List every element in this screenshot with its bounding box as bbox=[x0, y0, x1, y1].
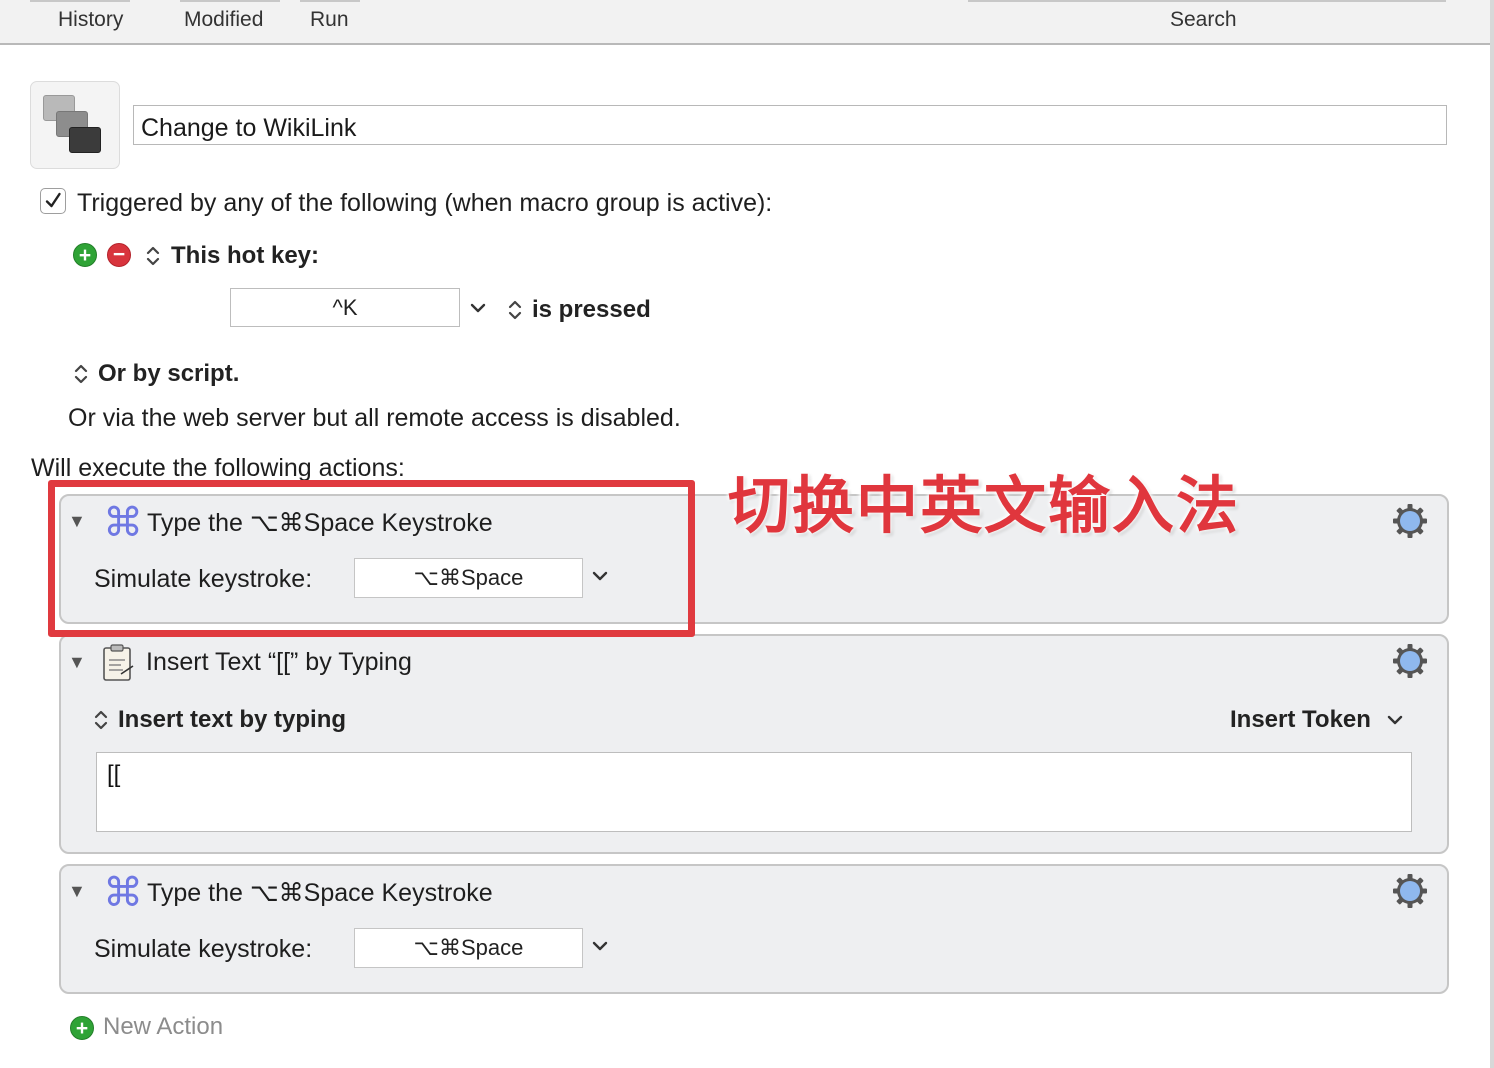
macro-name-field[interactable]: Change to WikiLink bbox=[133, 105, 1447, 145]
gear-icon[interactable] bbox=[1391, 642, 1429, 685]
stepper-icon[interactable] bbox=[144, 243, 162, 275]
insert-token-button[interactable]: Insert Token bbox=[1230, 706, 1371, 734]
history-button[interactable]: History bbox=[58, 8, 123, 32]
stepper-icon[interactable] bbox=[92, 707, 110, 739]
triggers-enabled-checkbox[interactable] bbox=[40, 188, 66, 214]
disclosure-triangle-icon[interactable]: ▼ bbox=[68, 881, 86, 902]
remove-trigger-icon[interactable]: − bbox=[107, 243, 131, 267]
insert-mode-label[interactable]: Insert text by typing bbox=[118, 706, 346, 734]
run-button[interactable]: Run bbox=[310, 8, 349, 32]
insert-text-area[interactable]: [[ bbox=[96, 752, 1412, 832]
trigger-type-label[interactable]: This hot key: bbox=[171, 242, 319, 270]
search-label[interactable]: Search bbox=[1170, 8, 1237, 32]
window-edge bbox=[1490, 0, 1494, 1068]
chevron-down-icon[interactable] bbox=[1385, 710, 1405, 735]
clipboard-icon bbox=[101, 644, 135, 687]
disclosure-triangle-icon[interactable]: ▼ bbox=[68, 652, 86, 673]
add-action-icon[interactable]: + bbox=[70, 1016, 94, 1040]
actions-header: Will execute the following actions: bbox=[31, 454, 405, 482]
toolbar-divider bbox=[300, 0, 360, 2]
hotkey-condition[interactable]: is pressed bbox=[532, 296, 651, 324]
web-server-note: Or via the web server but all remote acc… bbox=[68, 404, 681, 432]
gear-icon[interactable] bbox=[1391, 502, 1429, 545]
search-field-edge bbox=[968, 0, 1446, 2]
annotation-highlight-box bbox=[48, 480, 695, 637]
modified-button[interactable]: Modified bbox=[184, 8, 263, 32]
toolbar-divider bbox=[180, 0, 280, 2]
stepper-icon[interactable] bbox=[72, 361, 90, 393]
add-trigger-icon[interactable]: + bbox=[73, 243, 97, 267]
chevron-down-icon[interactable] bbox=[468, 298, 488, 323]
action-title: Insert Text “[[” by Typing bbox=[146, 648, 412, 676]
macro-windows-icon[interactable] bbox=[30, 81, 120, 169]
new-action-button[interactable]: New Action bbox=[103, 1013, 223, 1041]
annotation-text: 切换中英文输入法 bbox=[728, 469, 1241, 542]
stepper-icon[interactable] bbox=[506, 297, 524, 329]
or-by-script-label[interactable]: Or by script. bbox=[98, 360, 239, 388]
triggers-header: Triggered by any of the following (when … bbox=[77, 189, 773, 217]
keystroke-field[interactable]: ⌥⌘Space bbox=[354, 928, 583, 968]
action-title: Type the ⌥⌘Space Keystroke bbox=[147, 879, 493, 907]
command-key-icon: ⌘ bbox=[103, 871, 143, 915]
checkmark-icon bbox=[45, 192, 61, 208]
hotkey-field[interactable]: ^K bbox=[230, 288, 460, 327]
gear-icon[interactable] bbox=[1391, 872, 1429, 915]
toolbar-divider bbox=[30, 0, 130, 2]
chevron-down-icon[interactable] bbox=[590, 936, 610, 961]
simulate-keystroke-label: Simulate keystroke: bbox=[94, 935, 313, 963]
